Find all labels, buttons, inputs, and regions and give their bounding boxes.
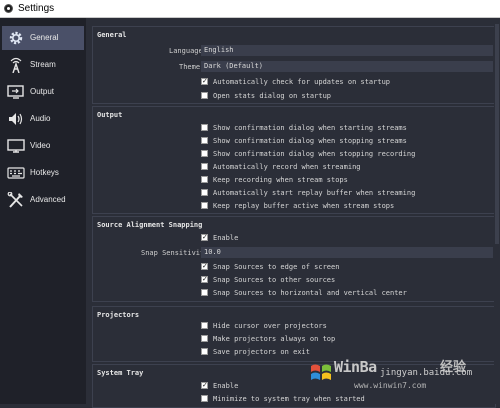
- watermark-baidu-url: jingyan.baidu.com: [380, 368, 473, 378]
- checkbox-label: Save projectors on exit: [213, 348, 310, 356]
- sidebar-item-label: Stream: [30, 60, 56, 69]
- sidebar-item-label: Advanced: [30, 195, 66, 204]
- watermark-url: www.winwin7.com: [354, 381, 427, 390]
- checkbox-label: Show confirmation dialog when starting s…: [213, 124, 407, 132]
- checkbox[interactable]: [201, 189, 208, 196]
- checkbox[interactable]: [201, 322, 208, 329]
- checkbox[interactable]: ✓: [201, 382, 208, 389]
- settings-sidebar: General Stream Output Audio Video Hotkey…: [0, 18, 86, 404]
- checkbox-label: Keep replay buffer active when stream st…: [213, 202, 395, 210]
- snapping-enable-checkbox[interactable]: ✓: [201, 234, 208, 241]
- language-select[interactable]: English: [201, 45, 493, 56]
- sidebar-item-label: Video: [30, 141, 51, 150]
- antenna-icon: [10, 57, 22, 73]
- window-titlebar: Settings: [0, 0, 500, 18]
- check-updates-checkbox[interactable]: ✓: [201, 78, 208, 85]
- checkbox[interactable]: ✓: [201, 276, 208, 283]
- open-stats-checkbox[interactable]: [201, 92, 208, 99]
- snap-sensitivity-label: Snap Sensitivity: [141, 249, 209, 257]
- settings-content: General Language English Theme Dark (Def…: [92, 24, 500, 408]
- checkbox-label: Snap Sources to horizontal and vertical …: [213, 289, 407, 297]
- checkbox[interactable]: [201, 395, 208, 402]
- checkbox-label: Open stats dialog on startup: [213, 92, 332, 100]
- checkbox[interactable]: [201, 348, 208, 355]
- group-title: Source Alignment Snapping: [97, 221, 203, 229]
- group-title: Output: [97, 111, 123, 119]
- gear-icon: [9, 31, 23, 45]
- checkbox-label: Automatically record when streaming: [213, 163, 361, 171]
- monitor-icon: [7, 139, 25, 153]
- output-monitor-icon: [7, 85, 24, 99]
- sidebar-item-general[interactable]: General: [2, 26, 84, 50]
- output-group: Output Show confirmation dialog when sta…: [92, 106, 496, 214]
- snapping-group: Source Alignment Snapping ✓ Enable Snap …: [92, 216, 496, 302]
- sidebar-item-label: General: [30, 33, 59, 42]
- checkbox[interactable]: [201, 335, 208, 342]
- checkbox[interactable]: [201, 202, 208, 209]
- sidebar-item-stream[interactable]: Stream: [2, 53, 84, 77]
- speaker-icon: [9, 113, 23, 125]
- group-title: General: [97, 31, 127, 39]
- checkbox-label: Snap Sources to other sources: [213, 276, 336, 284]
- checkbox-label: Enable: [213, 382, 239, 390]
- sidebar-item-advanced[interactable]: Advanced: [2, 188, 84, 212]
- checkbox[interactable]: [201, 124, 208, 131]
- checkbox-label: Automatically check for updates on start…: [213, 78, 391, 86]
- checkbox[interactable]: ✓: [201, 263, 208, 270]
- windows-logo-icon: [311, 364, 331, 380]
- sidebar-item-label: Output: [30, 87, 55, 96]
- window-title: Settings: [18, 3, 55, 14]
- sidebar-item-video[interactable]: Video: [2, 134, 84, 158]
- checkbox-label: Show confirmation dialog when stopping s…: [213, 137, 407, 145]
- checkbox-label: Keep recording when stream stops: [213, 176, 348, 184]
- snap-sensitivity-input[interactable]: 10.0: [201, 247, 493, 258]
- watermark-brand: WinBa: [334, 358, 377, 376]
- sidebar-item-label: Hotkeys: [30, 168, 59, 177]
- theme-label: Theme: [179, 63, 201, 71]
- checkbox-label: Minimize to system tray when started: [213, 395, 365, 403]
- sidebar-item-hotkeys[interactable]: Hotkeys: [2, 161, 84, 185]
- checkbox[interactable]: [201, 150, 208, 157]
- checkbox-label: Hide cursor over projectors: [213, 322, 327, 330]
- checkbox-label: Make projectors always on top: [213, 335, 336, 343]
- sidebar-item-output[interactable]: Output: [2, 80, 84, 104]
- projectors-group: Projectors Hide cursor over projectors M…: [92, 306, 496, 362]
- keyboard-icon: [7, 167, 25, 179]
- group-title: System Tray: [97, 369, 144, 377]
- checkbox-label: Show confirmation dialog when stopping r…: [213, 150, 416, 158]
- scrollbar-thumb[interactable]: [495, 24, 499, 244]
- sidebar-item-audio[interactable]: Audio: [2, 107, 84, 131]
- checkbox[interactable]: [201, 163, 208, 170]
- tools-icon: [7, 192, 23, 208]
- checkbox-label: Snap Sources to edge of screen: [213, 263, 340, 271]
- language-label: Language: [169, 47, 203, 55]
- checkbox[interactable]: [201, 289, 208, 296]
- general-group: General Language English Theme Dark (Def…: [92, 26, 496, 104]
- checkbox-label: Automatically start replay buffer when s…: [213, 189, 416, 197]
- checkbox[interactable]: [201, 176, 208, 183]
- theme-select[interactable]: Dark (Default): [201, 61, 493, 72]
- obs-logo-icon: [4, 4, 13, 13]
- checkbox-label: Enable: [213, 234, 239, 242]
- sidebar-item-label: Audio: [30, 114, 51, 123]
- group-title: Projectors: [97, 311, 140, 319]
- checkbox[interactable]: [201, 137, 208, 144]
